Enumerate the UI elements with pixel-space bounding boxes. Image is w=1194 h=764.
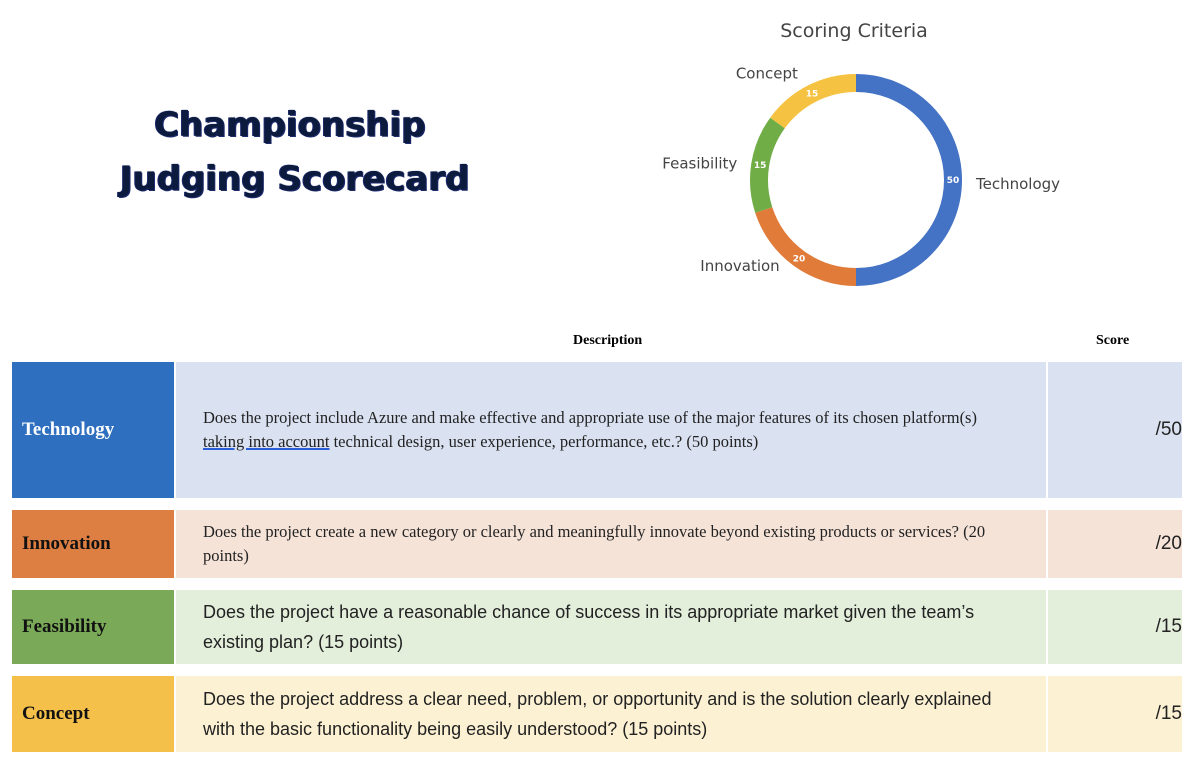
table-row-concept: Concept Does the project address a clear… (12, 676, 1182, 752)
category-cell-technology: Technology (12, 362, 174, 498)
table-row-technology: Technology Does the project include Azur… (12, 362, 1182, 498)
score-cell-concept: /15 (1048, 676, 1182, 752)
slice-category-label: Technology (975, 175, 1060, 193)
slice-value-label: 15 (806, 90, 819, 100)
slice-value-label: 50 (947, 176, 960, 186)
slice-category-label: Concept (736, 65, 798, 83)
description-text-feasibility: Does the project have a reasonable chanc… (203, 602, 975, 652)
slice-category-label: Feasibility (662, 154, 737, 172)
score-cell-feasibility: /15 (1048, 590, 1182, 664)
score-cell-innovation: /20 (1048, 510, 1182, 578)
description-text-part: technical design, user experience, perfo… (329, 432, 759, 451)
score-cell-technology: /50 (1048, 362, 1182, 498)
donut-slice-technology (855, 74, 962, 286)
description-column-header: Description (573, 333, 643, 348)
category-cell-innovation: Innovation (12, 510, 174, 578)
chart-title: Scoring Criteria (780, 20, 928, 42)
scoring-criteria-donut-chart: Scoring Criteria 50 Technology 20 Innovatio… (662, 20, 1060, 286)
description-text-part: Does the project include Azure and make … (203, 408, 977, 427)
scorecard-title: Championship Judging Scorecard (120, 98, 470, 206)
description-text-concept: Does the project address a clear need, p… (203, 689, 992, 739)
category-cell-feasibility: Feasibility (12, 590, 174, 664)
table-row-innovation: Innovation Does the project create a new… (12, 510, 1182, 578)
score-column-header: Score (1096, 333, 1130, 348)
title-line-2: Judging Scorecard (120, 159, 470, 199)
description-text-technology: Does the project include Azure and make … (203, 406, 1016, 454)
description-cell-technology: Does the project include Azure and make … (176, 362, 1046, 498)
description-cell-innovation: Does the project create a new category o… (176, 510, 1046, 578)
description-cell-feasibility: Does the project have a reasonable chanc… (176, 590, 1046, 664)
title-line-1: Championship (154, 105, 426, 145)
slice-category-label: Innovation (700, 257, 779, 275)
description-text-innovation: Does the project create a new category o… (203, 522, 986, 565)
table-row-feasibility: Feasibility Does the project have a reas… (12, 590, 1182, 664)
slice-value-label: 20 (793, 254, 806, 264)
description-cell-concept: Does the project address a clear need, p… (176, 676, 1046, 752)
category-cell-concept: Concept (12, 676, 174, 752)
slice-value-label: 15 (754, 161, 767, 171)
spellcheck-underlined-text[interactable]: taking into account (203, 432, 329, 451)
